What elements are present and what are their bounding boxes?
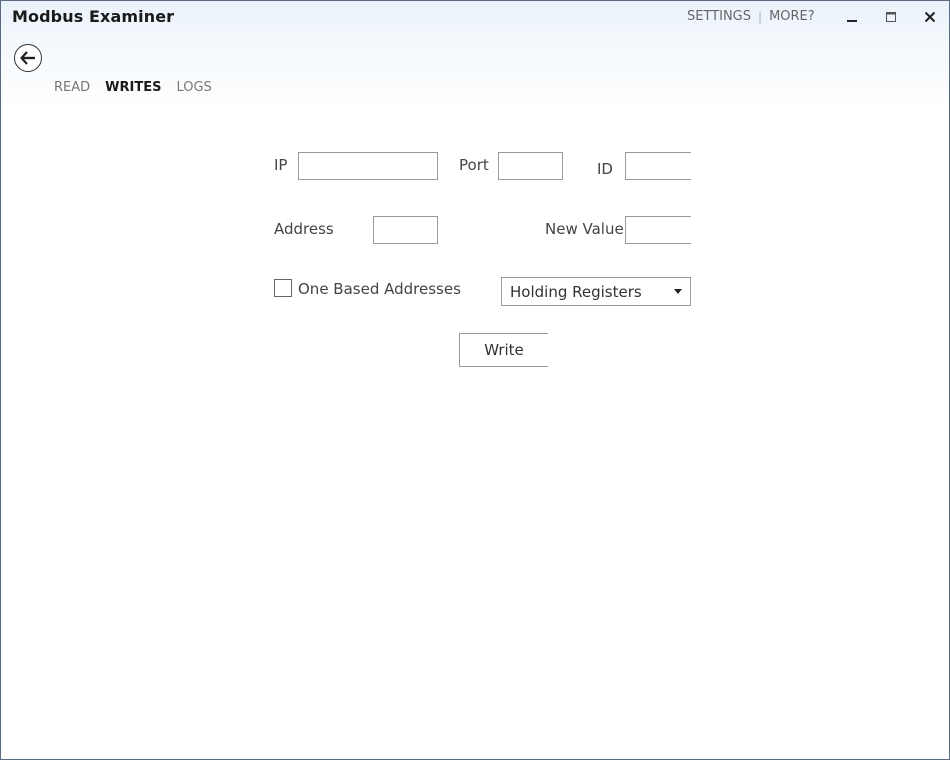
minimize-button[interactable]: [832, 5, 871, 29]
ip-label: IP: [274, 156, 288, 174]
address-input[interactable]: [373, 216, 438, 244]
id-input[interactable]: [625, 152, 691, 180]
tab-logs[interactable]: LOGS: [176, 80, 211, 95]
page-tabs: READ WRITES LOGS: [54, 80, 227, 95]
window-controls: [832, 5, 949, 29]
port-label: Port: [459, 156, 489, 174]
arrow-left-icon: [20, 51, 35, 65]
port-input[interactable]: [498, 152, 563, 180]
maximize-button[interactable]: [871, 5, 910, 29]
app-title: Modbus Examiner: [12, 7, 175, 26]
one-based-checkbox[interactable]: [274, 279, 292, 297]
new-value-label: New Value: [545, 220, 624, 238]
tab-writes[interactable]: WRITES: [105, 80, 161, 95]
link-separator: |: [758, 9, 763, 24]
more-link[interactable]: MORE?: [769, 9, 815, 24]
new-value-input[interactable]: [625, 216, 691, 244]
register-type-select[interactable]: Holding Registers: [501, 277, 691, 306]
register-type-value: Holding Registers: [510, 283, 642, 301]
id-label: ID: [597, 160, 613, 178]
chevron-down-icon: [674, 289, 682, 294]
ip-input[interactable]: [298, 152, 438, 180]
address-label: Address: [274, 220, 334, 238]
app-window: Modbus Examiner SETTINGS | MORE? READ WR…: [0, 0, 950, 760]
maximize-icon: [885, 12, 896, 22]
tab-read[interactable]: READ: [54, 80, 90, 95]
one-based-label: One Based Addresses: [298, 280, 461, 298]
minimize-icon: [846, 20, 857, 22]
close-button[interactable]: [910, 5, 949, 29]
write-button[interactable]: Write: [459, 333, 548, 367]
settings-link[interactable]: SETTINGS: [687, 9, 751, 24]
back-button[interactable]: [14, 44, 42, 72]
top-links: SETTINGS | MORE?: [687, 9, 815, 24]
close-icon: [924, 11, 935, 23]
